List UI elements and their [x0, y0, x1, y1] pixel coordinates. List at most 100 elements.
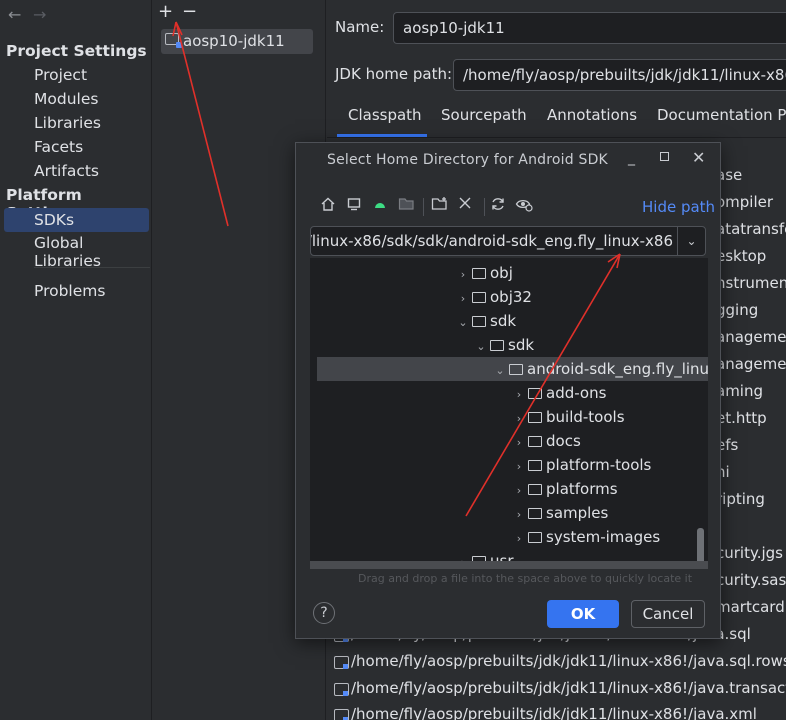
toolbar-separator — [484, 198, 485, 216]
file-tree[interactable]: › obj › obj32 ⌄ sdk ⌄ sdk ⌄ android-sdk_eng.f… — [310, 258, 708, 569]
chevron-right-icon[interactable]: › — [454, 263, 472, 287]
folder-icon — [472, 292, 486, 303]
chevron-right-icon[interactable]: › — [510, 527, 528, 551]
chevron-down-icon[interactable]: ⌄ — [454, 311, 472, 335]
select-sdk-home-dialog: Select Home Directory for Android SDK _ … — [295, 142, 721, 639]
home-icon[interactable] — [320, 196, 336, 216]
project-settings-header: Project Settings — [6, 42, 147, 60]
tree-node[interactable]: › obj — [454, 261, 513, 285]
directory-path-field[interactable]: st/linux-x86/sdk/sdk/android-sdk_eng.fly… — [310, 226, 706, 256]
help-button[interactable]: ? — [313, 602, 335, 624]
chevron-right-icon[interactable]: › — [510, 431, 528, 455]
sidebar-item-project[interactable]: Project — [34, 66, 87, 84]
new-folder-icon[interactable] — [431, 196, 449, 216]
tab-divider — [327, 137, 786, 138]
dialog-title: Select Home Directory for Android SDK — [327, 152, 608, 168]
tree-node[interactable]: ⌄ sdk — [454, 309, 516, 333]
sdk-list-item[interactable]: aosp10-jdk11 — [161, 29, 313, 54]
chevron-right-icon[interactable]: › — [510, 455, 528, 479]
show-hidden-files-icon[interactable] — [515, 196, 533, 216]
folder-icon — [472, 268, 486, 279]
classpath-row-fragment: ripting — [716, 490, 765, 508]
chevron-down-icon[interactable]: ⌄ — [472, 335, 490, 359]
tree-node[interactable]: › system-images — [510, 525, 660, 549]
tree-node-label: platform-tools — [546, 456, 652, 474]
sidebar-item-sdks[interactable]: SDKs — [4, 208, 149, 232]
chevron-down-icon[interactable]: ⌄ — [491, 359, 509, 383]
tree-node[interactable]: › build-tools — [510, 405, 625, 429]
chevron-right-icon[interactable]: › — [510, 503, 528, 527]
classpath-row-fragment: anageme — [716, 328, 786, 346]
classpath-row[interactable]: /home/fly/aosp/prebuilts/jdk/jdk11/linux… — [333, 705, 757, 720]
tree-node-label: obj32 — [490, 288, 532, 306]
add-sdk-button[interactable]: + — [158, 1, 173, 22]
tab-classpath[interactable]: Classpath — [348, 106, 422, 124]
tab-annotations[interactable]: Annotations — [547, 106, 637, 124]
tree-node[interactable]: ⌄ sdk — [472, 333, 534, 357]
classpath-row-fragment: anagemen — [716, 355, 786, 373]
sidebar-item-problems[interactable]: Problems — [34, 282, 105, 300]
maximize-icon[interactable] — [660, 152, 669, 161]
horizontal-scrollbar[interactable] — [310, 561, 708, 569]
sidebar-item-libraries[interactable]: Libraries — [34, 114, 101, 132]
refresh-icon[interactable] — [490, 196, 506, 216]
minimize-icon[interactable]: _ — [628, 150, 635, 166]
cancel-button[interactable]: Cancel — [631, 600, 705, 628]
toolbar-separator — [423, 198, 424, 216]
back-arrow-icon[interactable]: ← — [8, 5, 21, 24]
sidebar-item-modules[interactable]: Modules — [34, 90, 98, 108]
delete-icon[interactable] — [458, 196, 472, 214]
android-project-icon[interactable] — [372, 196, 388, 216]
tree-node-label: android-sdk_eng.fly_linux — [527, 360, 708, 378]
ok-button[interactable]: OK — [547, 600, 619, 628]
tree-node[interactable]: › platform-tools — [510, 453, 652, 479]
tree-node-label: obj — [490, 264, 513, 282]
drag-drop-hint: Drag and drop a file into the space abov… — [358, 572, 693, 585]
tab-sourcepath[interactable]: Sourcepath — [441, 106, 527, 124]
settings-sidebar: ← → Project Settings Project Modules Lib… — [0, 0, 152, 720]
classpath-row-fragment: martcardi — [716, 598, 786, 616]
sidebar-item-facets[interactable]: Facets — [34, 138, 83, 156]
chevron-right-icon[interactable]: › — [510, 479, 528, 503]
classpath-row-fragment: nstrument — [716, 274, 786, 292]
classpath-row-fragment: curity.jgs — [716, 544, 783, 562]
tree-node[interactable]: › platforms — [510, 477, 618, 501]
sdk-list-item-label: aosp10-jdk11 — [183, 32, 285, 50]
folder-icon — [528, 484, 542, 495]
sidebar-item-artifacts[interactable]: Artifacts — [34, 162, 99, 180]
tab-documentation-paths[interactable]: Documentation Pa — [657, 106, 786, 124]
chevron-right-icon[interactable]: › — [510, 407, 528, 431]
jdk-home-label: JDK home path: — [335, 65, 453, 83]
tree-node[interactable]: › obj32 — [454, 285, 532, 309]
remove-sdk-button[interactable]: − — [182, 1, 197, 22]
jdk-home-path-field[interactable]: /home/fly/aosp/prebuilts/jdk/jdk11/linux… — [453, 59, 786, 91]
sidebar-item-global-libraries[interactable]: Global Libraries — [34, 234, 151, 270]
folder-icon — [528, 388, 542, 399]
chevron-down-icon[interactable]: ⌄ — [677, 227, 705, 255]
chevron-right-icon[interactable]: › — [510, 383, 528, 407]
tree-node[interactable]: › samples — [510, 501, 609, 527]
tree-node-label: samples — [546, 504, 609, 522]
tree-node-label: docs — [546, 432, 581, 450]
jdk-folder-icon — [165, 33, 182, 48]
tree-node-selected[interactable]: ⌄ android-sdk_eng.fly_linux — [317, 357, 708, 381]
folder-icon — [528, 508, 542, 519]
close-icon[interactable]: ✕ — [692, 148, 705, 167]
classpath-row-fragment: et.http — [716, 409, 767, 427]
classpath-row[interactable]: /home/fly/aosp/prebuilts/jdk/jdk11/linux… — [333, 679, 786, 697]
sdk-name-field[interactable]: aosp10-jdk11 — [393, 12, 786, 44]
module-folder-icon[interactable] — [398, 196, 416, 216]
classpath-row[interactable]: /home/fly/aosp/prebuilts/jdk/jdk11/linux… — [333, 652, 786, 670]
tree-node[interactable]: › add-ons — [510, 381, 607, 407]
tree-node[interactable]: › docs — [510, 429, 581, 453]
classpath-row-fragment: gging — [716, 301, 759, 319]
folder-icon — [509, 364, 523, 375]
folder-icon — [528, 460, 542, 471]
folder-icon — [528, 532, 542, 543]
hide-path-link[interactable]: Hide path — [642, 198, 715, 216]
sidebar-divider — [34, 267, 150, 268]
chevron-right-icon[interactable]: › — [454, 287, 472, 311]
desktop-icon[interactable] — [346, 196, 362, 216]
tree-node-label: build-tools — [546, 408, 625, 426]
tree-node-label: sdk — [508, 336, 535, 354]
